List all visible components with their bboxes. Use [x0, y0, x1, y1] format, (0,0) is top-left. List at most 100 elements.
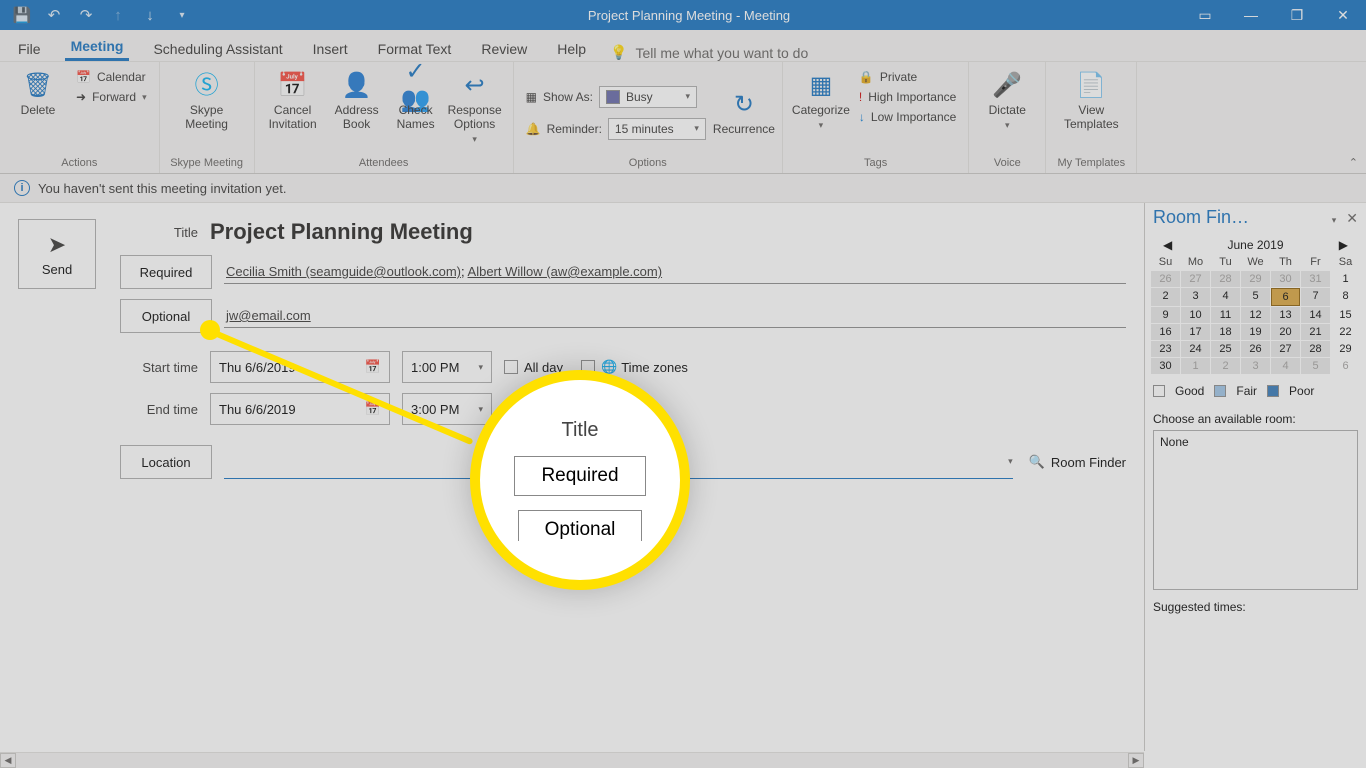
- forward-button[interactable]: ➜Forward▾: [72, 88, 151, 106]
- cal-day[interactable]: 1: [1181, 358, 1210, 374]
- cal-day[interactable]: 23: [1151, 341, 1180, 357]
- tab-insert[interactable]: Insert: [307, 37, 354, 61]
- cal-day[interactable]: 5: [1301, 358, 1330, 374]
- cal-day[interactable]: 22: [1331, 324, 1360, 340]
- optional-field[interactable]: jw@email.com: [224, 304, 1126, 328]
- tab-scheduling[interactable]: Scheduling Assistant: [147, 37, 288, 61]
- start-time-input[interactable]: 1:00 PM▾: [402, 351, 492, 383]
- cal-day[interactable]: 3: [1241, 358, 1270, 374]
- cal-day[interactable]: 24: [1181, 341, 1210, 357]
- cal-day[interactable]: 1: [1331, 271, 1360, 287]
- tab-help[interactable]: Help: [551, 37, 592, 61]
- cal-day[interactable]: 20: [1271, 324, 1300, 340]
- cal-day[interactable]: 15: [1331, 307, 1360, 323]
- ribbon-display-icon[interactable]: ▭: [1182, 0, 1228, 30]
- tell-me[interactable]: 💡 Tell me what you want to do: [610, 44, 808, 61]
- end-date-input[interactable]: Thu 6/6/2019📅: [210, 393, 390, 425]
- title-value[interactable]: Project Planning Meeting: [210, 219, 473, 245]
- calendar-grid[interactable]: SuMoTuWeThFrSa26272829303112345678910111…: [1151, 254, 1360, 374]
- cal-day[interactable]: 2: [1211, 358, 1240, 374]
- tab-format[interactable]: Format Text: [372, 37, 458, 61]
- cal-day[interactable]: 16: [1151, 324, 1180, 340]
- cal-day[interactable]: 2: [1151, 288, 1180, 306]
- address-book-button[interactable]: 👤Address Book: [327, 68, 387, 134]
- cal-day[interactable]: 10: [1181, 307, 1210, 323]
- optional-button[interactable]: Optional: [120, 299, 212, 333]
- minimize-icon[interactable]: —: [1228, 0, 1274, 30]
- cal-day[interactable]: 26: [1151, 271, 1180, 287]
- cal-day[interactable]: 6: [1271, 288, 1300, 306]
- recurrence-button[interactable]: ↻Recurrence: [714, 87, 774, 139]
- location-dropdown-icon[interactable]: ▾: [1008, 456, 1013, 467]
- cal-day[interactable]: 5: [1241, 288, 1270, 306]
- cal-day[interactable]: 8: [1331, 288, 1360, 306]
- calendar-button[interactable]: 📅Calendar: [72, 68, 151, 86]
- low-importance-button[interactable]: ↓Low Importance: [855, 108, 960, 126]
- private-button[interactable]: 🔒Private: [855, 68, 960, 86]
- cal-day[interactable]: 27: [1181, 271, 1210, 287]
- cal-day[interactable]: 25: [1211, 341, 1240, 357]
- close-icon[interactable]: ✕: [1320, 0, 1366, 30]
- room-finder-menu-icon[interactable]: ▾: [1332, 215, 1337, 225]
- send-button[interactable]: ➤ Send: [18, 219, 96, 289]
- response-options-button[interactable]: ↩Response Options▾: [445, 68, 505, 146]
- cal-day[interactable]: 3: [1181, 288, 1210, 306]
- calendar-picker-icon[interactable]: 📅: [365, 401, 381, 417]
- cal-day[interactable]: 29: [1241, 271, 1270, 287]
- cal-day[interactable]: 30: [1151, 358, 1180, 374]
- cal-day[interactable]: 9: [1151, 307, 1180, 323]
- cal-day[interactable]: 11: [1211, 307, 1240, 323]
- room-finder-button[interactable]: 🔍Room Finder: [1029, 454, 1126, 470]
- prev-icon[interactable]: ↑: [104, 1, 132, 29]
- qa-customize-icon[interactable]: ▾: [168, 1, 196, 29]
- cal-day[interactable]: 29: [1331, 341, 1360, 357]
- room-finder-close-icon[interactable]: ✕: [1346, 210, 1358, 226]
- high-importance-button[interactable]: !High Importance: [855, 88, 960, 106]
- room-list[interactable]: None: [1153, 430, 1358, 590]
- cal-day[interactable]: 19: [1241, 324, 1270, 340]
- required-button[interactable]: Required: [120, 255, 212, 289]
- delete-button[interactable]: 🗑 Delete: [8, 68, 68, 120]
- dictate-button[interactable]: 🎤Dictate▾: [977, 68, 1037, 132]
- cal-day[interactable]: 18: [1211, 324, 1240, 340]
- categorize-button[interactable]: ▦Categorize▾: [791, 68, 851, 132]
- start-date-input[interactable]: Thu 6/6/2019📅: [210, 351, 390, 383]
- cal-day[interactable]: 14: [1301, 307, 1330, 323]
- cal-day[interactable]: 27: [1271, 341, 1300, 357]
- save-icon[interactable]: 💾: [8, 1, 36, 29]
- cal-next-icon[interactable]: ▶: [1339, 238, 1348, 252]
- cal-day[interactable]: 7: [1301, 288, 1330, 306]
- redo-icon[interactable]: ↷: [72, 1, 100, 29]
- skype-meeting-button[interactable]: Ⓢ Skype Meeting: [168, 68, 246, 134]
- cal-day[interactable]: 4: [1211, 288, 1240, 306]
- all-day-checkbox[interactable]: [504, 360, 518, 374]
- cal-day[interactable]: 6: [1331, 358, 1360, 374]
- required-field[interactable]: Cecilia Smith (seamguide@outlook.com); A…: [224, 260, 1126, 284]
- tab-meeting[interactable]: Meeting: [65, 34, 130, 61]
- reminder-select[interactable]: 15 minutes▾: [608, 118, 706, 140]
- cal-day[interactable]: 28: [1301, 341, 1330, 357]
- maximize-icon[interactable]: ❐: [1274, 0, 1320, 30]
- location-button[interactable]: Location: [120, 445, 212, 479]
- cal-day[interactable]: 21: [1301, 324, 1330, 340]
- cal-day[interactable]: 28: [1211, 271, 1240, 287]
- horizontal-scrollbar[interactable]: ◀▶: [0, 752, 1144, 768]
- cal-day[interactable]: 31: [1301, 271, 1330, 287]
- end-time-input[interactable]: 3:00 PM▾: [402, 393, 492, 425]
- collapse-ribbon-icon[interactable]: ⌃: [1349, 156, 1358, 169]
- check-names-button[interactable]: ✓👥Check Names: [391, 68, 441, 134]
- tab-review[interactable]: Review: [475, 37, 533, 61]
- cal-day[interactable]: 30: [1271, 271, 1300, 287]
- cal-day[interactable]: 13: [1271, 307, 1300, 323]
- show-as-select[interactable]: Busy▾: [599, 86, 697, 108]
- undo-icon[interactable]: ↶: [40, 1, 68, 29]
- next-icon[interactable]: ↓: [136, 1, 164, 29]
- calendar-picker-icon[interactable]: 📅: [365, 359, 381, 375]
- view-templates-button[interactable]: 📄View Templates: [1054, 68, 1128, 134]
- cal-day[interactable]: 4: [1271, 358, 1300, 374]
- tab-file[interactable]: File: [12, 37, 47, 61]
- cal-day[interactable]: 17: [1181, 324, 1210, 340]
- cal-day[interactable]: 12: [1241, 307, 1270, 323]
- cancel-invitation-button[interactable]: 📅Cancel Invitation: [263, 68, 323, 134]
- cal-day[interactable]: 26: [1241, 341, 1270, 357]
